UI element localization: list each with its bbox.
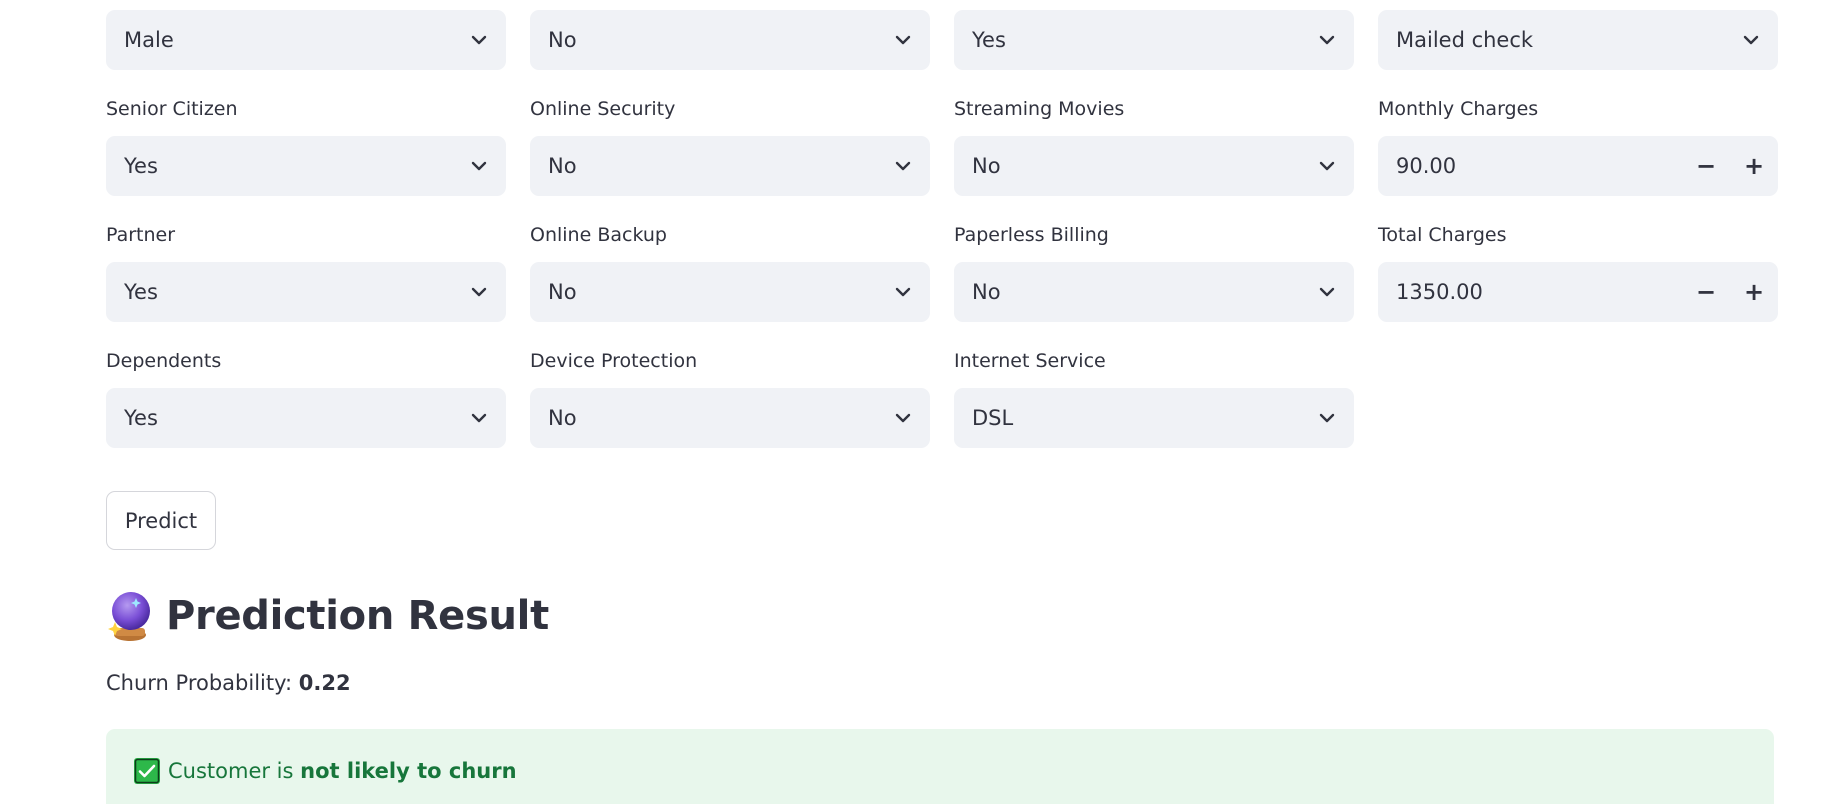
churn-probability: Churn Probability: 0.22 xyxy=(106,671,351,695)
field-label: Streaming Movies xyxy=(954,98,1125,120)
success-alert: Customer is not likely to churn xyxy=(106,729,1774,804)
select-value: No xyxy=(548,406,577,430)
chevron-down-icon xyxy=(1319,161,1335,171)
field-label: Senior Citizen xyxy=(106,98,238,120)
chevron-down-icon xyxy=(471,161,487,171)
decrement-button[interactable]: − xyxy=(1682,262,1730,322)
field-label: Internet Service xyxy=(954,350,1106,372)
increment-button[interactable]: + xyxy=(1730,262,1778,322)
app-main: GenderMaleMultiple LinesNoStreaming TVYe… xyxy=(0,0,1822,804)
online-security-select[interactable]: No xyxy=(530,136,930,196)
customer-form: GenderMaleMultiple LinesNoStreaming TVYe… xyxy=(106,0,1778,474)
multiple-lines-select[interactable]: No xyxy=(530,10,930,70)
select-value: No xyxy=(972,280,1001,304)
total-charges-number-input[interactable]: 1350.00 − + xyxy=(1378,262,1778,322)
field-device-protection: Device Protection No xyxy=(530,348,930,474)
chevron-down-icon xyxy=(895,161,911,171)
field-dependents: Dependents Yes xyxy=(106,348,506,474)
field-streaming-movies: Streaming Movies No xyxy=(954,96,1354,222)
streaming-tv-select[interactable]: Yes xyxy=(954,10,1354,70)
payment-method-select[interactable]: Mailed check xyxy=(1378,10,1778,70)
predict-button[interactable]: Predict xyxy=(106,491,216,550)
select-value: DSL xyxy=(972,406,1014,430)
chevron-down-icon xyxy=(471,287,487,297)
paperless-billing-select[interactable]: No xyxy=(954,262,1354,322)
number-value[interactable]: 1350.00 xyxy=(1396,262,1483,322)
chevron-down-icon xyxy=(895,35,911,45)
monthly-charges-number-input[interactable]: 90.00 − + xyxy=(1378,136,1778,196)
number-value[interactable]: 90.00 xyxy=(1396,136,1456,196)
chevron-down-icon xyxy=(1319,287,1335,297)
field-streaming-tv: Streaming TVYes xyxy=(954,0,1354,96)
select-value: Male xyxy=(124,28,174,52)
alert-emphasis: not likely to churn xyxy=(300,759,517,783)
field-label: Online Security xyxy=(530,98,676,120)
select-value: No xyxy=(548,154,577,178)
field-label: Dependents xyxy=(106,350,222,372)
select-value: Yes xyxy=(124,154,158,178)
alert-text: Customer is not likely to churn xyxy=(168,757,517,785)
result-title: Prediction Result xyxy=(166,593,549,639)
crystal-ball-icon xyxy=(108,592,150,641)
field-online-backup: Online Backup No xyxy=(530,222,930,348)
predict-button-label: Predict xyxy=(124,508,198,533)
empty-cell xyxy=(1378,348,1778,474)
streaming-movies-select[interactable]: No xyxy=(954,136,1354,196)
field-total-charges: Total Charges 1350.00 − + xyxy=(1378,222,1778,348)
field-label: Partner xyxy=(106,224,176,246)
field-online-security: Online Security No xyxy=(530,96,930,222)
select-value: No xyxy=(972,154,1001,178)
gender-select[interactable]: Male xyxy=(106,10,506,70)
select-value: Yes xyxy=(124,280,158,304)
select-value: Yes xyxy=(972,28,1006,52)
field-label: Total Charges xyxy=(1378,224,1507,246)
field-internet-service: Internet Service DSL xyxy=(954,348,1354,474)
online-backup-select[interactable]: No xyxy=(530,262,930,322)
select-value: No xyxy=(548,280,577,304)
select-value: Mailed check xyxy=(1396,28,1534,52)
alert-prefix: Customer is xyxy=(168,759,301,783)
device-protection-select[interactable]: No xyxy=(530,388,930,448)
result-heading: Prediction Result xyxy=(106,588,549,644)
chevron-down-icon xyxy=(1319,413,1335,423)
probability-value: 0.22 xyxy=(298,671,351,695)
field-label: Monthly Charges xyxy=(1378,98,1539,120)
chevron-down-icon xyxy=(471,413,487,423)
field-label: Online Backup xyxy=(530,224,667,246)
chevron-down-icon xyxy=(895,287,911,297)
chevron-down-icon xyxy=(1743,35,1759,45)
field-label: Device Protection xyxy=(530,350,698,372)
chevron-down-icon xyxy=(1319,35,1335,45)
field-senior-citizen: Senior Citizen Yes xyxy=(106,96,506,222)
senior-citizen-select[interactable]: Yes xyxy=(106,136,506,196)
internet-service-select[interactable]: DSL xyxy=(954,388,1354,448)
field-multiple-lines: Multiple LinesNo xyxy=(530,0,930,96)
field-monthly-charges: Monthly Charges 90.00 − + xyxy=(1378,96,1778,222)
field-gender: GenderMale xyxy=(106,0,506,96)
increment-button[interactable]: + xyxy=(1730,136,1778,196)
chevron-down-icon xyxy=(471,35,487,45)
check-icon xyxy=(134,758,160,784)
probability-label: Churn Probability: xyxy=(106,671,299,695)
partner-select[interactable]: Yes xyxy=(106,262,506,322)
dependents-select[interactable]: Yes xyxy=(106,388,506,448)
field-label: Paperless Billing xyxy=(954,224,1109,246)
select-value: Yes xyxy=(124,406,158,430)
select-value: No xyxy=(548,28,577,52)
chevron-down-icon xyxy=(895,413,911,423)
field-partner: Partner Yes xyxy=(106,222,506,348)
field-paperless-billing: Paperless Billing No xyxy=(954,222,1354,348)
field-payment-method: Payment MethodMailed check xyxy=(1378,0,1778,96)
decrement-button[interactable]: − xyxy=(1682,136,1730,196)
